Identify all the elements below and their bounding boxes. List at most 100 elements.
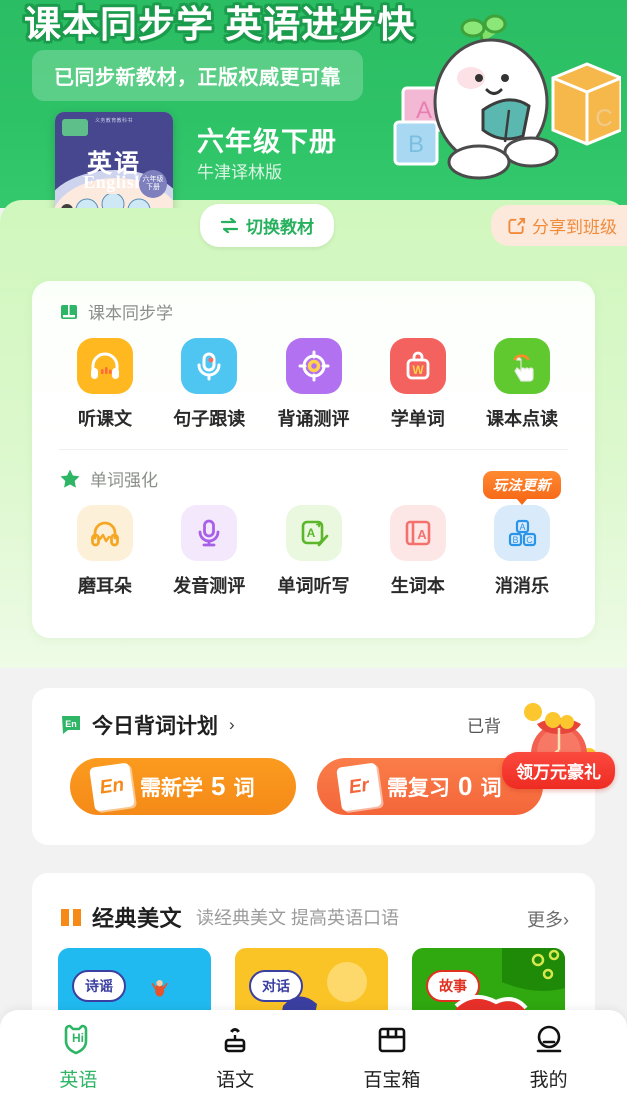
share-icon bbox=[508, 217, 526, 235]
module-grid-words: 磨耳朵 发音测评 A 单词听写 A 生词本 玩法更新 A B C 消消乐 bbox=[32, 471, 595, 598]
tab-label: 语文 bbox=[216, 1069, 255, 1091]
section-divider bbox=[59, 449, 568, 450]
modules-card: 课本同步学 听课文 句子跟读 背诵测评 W 学单词 课本点读 单词强化 磨耳朵 … bbox=[32, 281, 595, 638]
switch-textbook-label: 切换教材 bbox=[246, 218, 314, 237]
classic-essay-card: 经典美文 读经典美文 提高英语口语 更多› 诗谣 对话 故事 bbox=[32, 873, 595, 1033]
review-suffix: 词 bbox=[480, 776, 502, 800]
classic-essay-title: 经典美文 bbox=[92, 906, 183, 931]
module-item-ear-training[interactable]: 磨耳朵 bbox=[58, 505, 152, 598]
module-item-recite-test[interactable]: 背诵测评 bbox=[267, 338, 361, 431]
module-icon-box bbox=[285, 338, 342, 394]
block-c-icon: C bbox=[551, 62, 621, 146]
svg-text:A: A bbox=[416, 97, 432, 124]
tab-label: 我的 bbox=[529, 1069, 568, 1091]
star-icon bbox=[60, 469, 80, 488]
target-icon bbox=[298, 350, 329, 382]
module-icon-box bbox=[181, 505, 238, 561]
section-header-sync: 课本同步学 bbox=[32, 299, 595, 324]
module-label: 背诵测评 bbox=[277, 409, 350, 429]
microphone-icon bbox=[198, 519, 220, 547]
share-to-class-button[interactable]: 分享到班级 bbox=[491, 205, 627, 246]
section-title-sync: 课本同步学 bbox=[88, 304, 173, 323]
review-prefix: 需复习 bbox=[387, 776, 450, 800]
app-screen: 课本同步学 英语进步快 已同步新教材，正版权威更可靠 A B C 义务教育教科书… bbox=[0, 0, 627, 1102]
tab-label: 百宝箱 bbox=[363, 1069, 421, 1091]
tab-mine[interactable]: 我的 bbox=[470, 1010, 627, 1102]
hi-shield-icon: Hi bbox=[65, 1024, 88, 1054]
bottom-tab-bar: Hi 英语 语文 百宝箱 我的 bbox=[0, 1010, 627, 1102]
microphone-icon bbox=[197, 352, 221, 381]
module-label: 句子跟读 bbox=[173, 409, 246, 429]
gift-reward-badge[interactable]: 领万元豪礼 bbox=[502, 752, 615, 789]
en-tag-icon: En bbox=[62, 716, 80, 734]
en-card-icon: En bbox=[89, 761, 135, 812]
press-name: 牛津译林版 bbox=[197, 163, 282, 182]
module-item-dictation[interactable]: A 单词听写 bbox=[267, 505, 361, 598]
svg-text:B: B bbox=[408, 131, 424, 158]
svg-text:W: W bbox=[412, 363, 424, 377]
tab-label: 英语 bbox=[59, 1069, 98, 1091]
module-label: 磨耳朵 bbox=[78, 576, 132, 596]
person-icon bbox=[536, 1025, 561, 1052]
module-label: 发音测评 bbox=[173, 576, 246, 596]
mascot-illustration: A B C bbox=[393, 14, 621, 180]
module-label: 消消乐 bbox=[495, 576, 549, 596]
book-logo-badge bbox=[62, 119, 88, 136]
box-icon bbox=[378, 1027, 406, 1052]
words-done-label: 已背 bbox=[467, 717, 501, 736]
module-item-new-words-book[interactable]: A 生词本 bbox=[371, 505, 465, 598]
module-icon-box: A bbox=[389, 505, 446, 561]
open-book-icon bbox=[61, 909, 81, 926]
module-icon-box bbox=[494, 338, 550, 394]
svg-text:C: C bbox=[526, 535, 533, 545]
learn-new-words-button[interactable]: En 需新学 5 词 bbox=[70, 758, 296, 815]
module-icon-box bbox=[181, 338, 238, 394]
module-icon-box: A bbox=[285, 505, 342, 561]
swap-icon bbox=[220, 218, 239, 233]
module-icon-box: A B C bbox=[494, 505, 550, 561]
page-title: 课本同步学 英语进步快 bbox=[24, 4, 416, 45]
book-icon bbox=[61, 304, 77, 319]
module-grid-sync: 听课文 句子跟读 背诵测评 W 学单词 课本点读 bbox=[32, 338, 595, 431]
abc-blocks-icon: A B C bbox=[508, 519, 537, 547]
module-item-pronunciation-test[interactable]: 发音测评 bbox=[162, 505, 256, 598]
classic-essay-subtitle: 读经典美文 提高英语口语 bbox=[196, 908, 400, 928]
module-label: 课本点读 bbox=[486, 409, 558, 429]
hero-header: 课本同步学 英语进步快 已同步新教材，正版权威更可靠 A B C 义务教育教科书… bbox=[0, 0, 627, 208]
tab-english[interactable]: Hi 英语 bbox=[0, 1010, 157, 1102]
block-b-icon: B bbox=[393, 120, 439, 166]
tab-chinese[interactable]: 语文 bbox=[157, 1010, 314, 1102]
grade-title: 六年级下册 bbox=[197, 127, 337, 157]
classic-essay-more-button[interactable]: 更多› bbox=[527, 906, 569, 932]
headphones-icon bbox=[91, 352, 119, 379]
switch-textbook-button[interactable]: 切换教材 bbox=[200, 204, 334, 247]
module-label: 听课文 bbox=[78, 409, 132, 429]
module-item-sentence-read[interactable]: 句子跟读 bbox=[162, 338, 256, 431]
module-item-learn-words[interactable]: W 学单词 bbox=[371, 338, 465, 431]
module-icon-box bbox=[77, 505, 133, 561]
mascot-body bbox=[433, 14, 559, 180]
chevron-right-icon: › bbox=[229, 715, 235, 734]
textbook-cover[interactable]: 义务教育教科书 英语 English 六年级 下册 bbox=[55, 112, 173, 208]
headphones-wave-icon bbox=[91, 521, 119, 547]
notebook-a-icon: A bbox=[405, 520, 431, 546]
a-plus-pencil-icon: A bbox=[301, 520, 328, 547]
module-label: 学单词 bbox=[390, 409, 445, 429]
word-bag-icon: W bbox=[406, 351, 430, 380]
desk-lamp-icon bbox=[224, 1027, 246, 1052]
module-item-listen[interactable]: 听课文 bbox=[58, 338, 152, 431]
svg-text:B: B bbox=[512, 535, 518, 545]
module-icon-box bbox=[77, 338, 133, 394]
new-gameplay-badge: 玩法更新 bbox=[483, 471, 561, 499]
svg-text:A: A bbox=[417, 527, 427, 542]
module-item-point-read[interactable]: 课本点读 bbox=[475, 338, 569, 431]
tap-hand-icon bbox=[513, 354, 534, 382]
module-item-match-game[interactable]: 玩法更新 A B C 消消乐 bbox=[475, 471, 569, 598]
review-count: 0 bbox=[458, 771, 473, 801]
learn-new-count: 5 bbox=[211, 771, 226, 801]
learn-new-prefix: 需新学 bbox=[140, 776, 203, 800]
tab-treasure-box[interactable]: 百宝箱 bbox=[314, 1010, 471, 1102]
hero-subtitle-pill: 已同步新教材，正版权威更可靠 bbox=[32, 50, 363, 101]
classic-essay-header: 经典美文 读经典美文 提高英语口语 bbox=[32, 873, 595, 933]
svg-text:C: C bbox=[595, 105, 612, 132]
